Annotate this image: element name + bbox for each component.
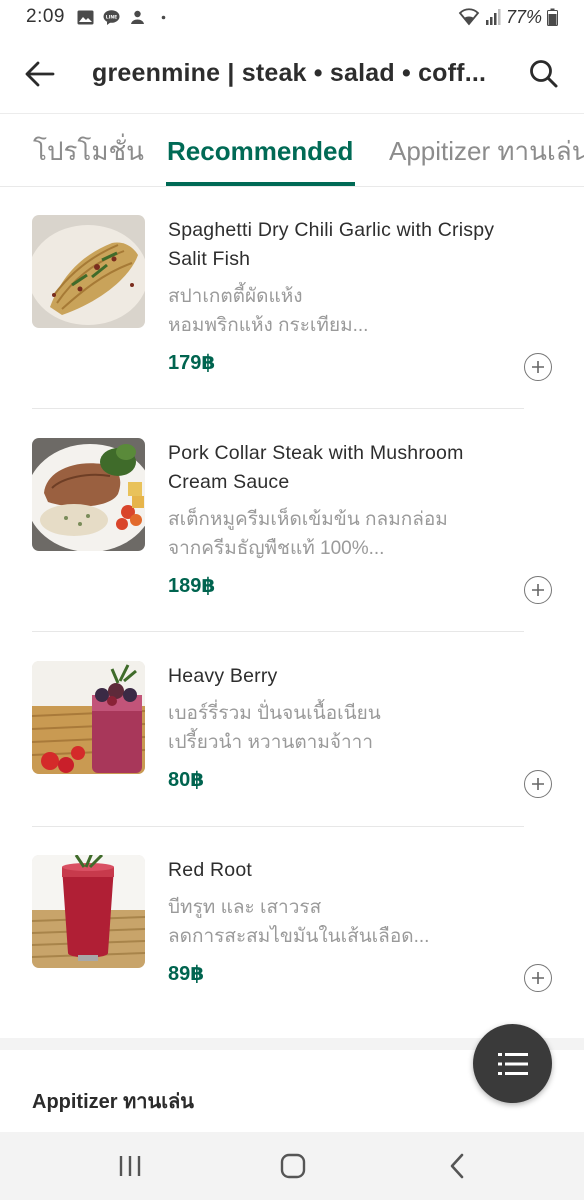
recent-apps-button[interactable] [90,1132,170,1200]
back-button[interactable] [0,34,80,114]
status-time: 2:09 [26,6,65,27]
search-icon [530,59,558,87]
plus-icon [532,361,544,373]
menu-item[interactable]: Red Root บีทรูท และ เสาวรส ลดการสะสมไขมั… [0,828,584,1028]
plus-icon [532,972,544,984]
menu-item-name: Spaghetti Dry Chili Garlic with Crispy S… [168,219,495,270]
tab-promotion[interactable]: โปรโมชั่น [33,115,144,186]
add-item-button[interactable] [524,964,552,992]
restaurant-title: greenmine | steak • salad • coff... [92,59,487,87]
divider [32,631,524,632]
divider [32,826,524,827]
divider [32,408,524,409]
add-item-button[interactable] [524,770,552,798]
line-icon: LINE [103,9,120,25]
system-icons: 77% [458,7,558,28]
section-title: Appitizer ทานเล่น [32,1091,194,1113]
tab-appitizer[interactable]: Appitizer ทานเล่น [389,115,584,186]
menu-item-name: Pork Collar Steak with Mushroom Cream Sa… [168,442,464,493]
red-root-drink-photo [32,855,145,968]
home-icon [280,1153,306,1179]
list-icon [497,1052,528,1075]
berry-smoothie-photo [32,661,145,774]
menu-item-desc-line2: หอมพริกแห้ง กระเทียม... [168,315,369,336]
home-button[interactable] [253,1132,333,1200]
menu-item-price: 189฿ [168,575,216,597]
arrow-left-icon [25,61,55,86]
app-bar: greenmine | steak • salad • coff... [0,34,584,114]
wifi-icon [458,8,480,26]
add-item-button[interactable] [524,576,552,604]
system-back-button[interactable] [417,1132,497,1200]
menu-item-price: 179฿ [168,352,216,374]
active-tab-indicator [166,182,355,186]
menu-item-desc-line1: สปาเกตตี้ผัดแห้ง [168,286,303,307]
spaghetti-photo [32,215,145,328]
system-nav-bar [0,1132,584,1200]
category-tabs: โปรโมชั่น Recommended Appitizer ทานเล่น [0,115,584,187]
plus-icon [532,584,544,596]
notification-icons: LINE [77,9,172,25]
menu-item-desc-line2: เปรี้ยวนำ หวานตามจ้าาา [168,732,374,753]
menu-item-price: 80฿ [168,769,205,791]
svg-text:LINE: LINE [106,14,117,20]
dot-icon [161,15,166,19]
search-button[interactable] [504,34,584,114]
chevron-left-icon [450,1153,464,1179]
tab-recommended[interactable]: Recommended [167,115,353,186]
menu-item-desc-line1: บีทรูท และ เสาวรส [168,897,322,918]
plus-icon [532,778,544,790]
menu-item[interactable]: Pork Collar Steak with Mushroom Cream Sa… [0,411,584,632]
signal-icon [485,9,501,25]
menu-item-desc-line1: สเต็กหมูครีมเห็ดเข้มข้น กลมกล่อม [168,509,448,530]
add-item-button[interactable] [524,353,552,381]
menu-item-desc-line2: ลดการสะสมไขมันในเส้นเลือด... [168,926,430,947]
menu-item-name: Red Root [168,859,252,881]
menu-item-price: 89฿ [168,963,205,985]
menu-item[interactable]: Heavy Berry เบอร์รี่รวม ปั่นจนเนื้อเนียน… [0,634,584,827]
menu-item-desc-line1: เบอร์รี่รวม ปั่นจนเนื้อเนียน [168,703,381,724]
menu-item-desc-line2: จากครีมธัญพืชแท้ 100%... [168,538,385,559]
gallery-icon [77,10,94,24]
status-bar: 2:09 LINE 77% [0,0,584,34]
battery-percent: 77% [505,6,542,27]
menu-item[interactable]: Spaghetti Dry Chili Garlic with Crispy S… [0,188,584,409]
app-icon [130,10,144,24]
battery-icon [547,8,558,26]
steak-photo [32,438,145,551]
menu-item-name: Heavy Berry [168,665,278,687]
recent-apps-icon [119,1156,141,1176]
category-menu-button[interactable] [473,1024,552,1103]
